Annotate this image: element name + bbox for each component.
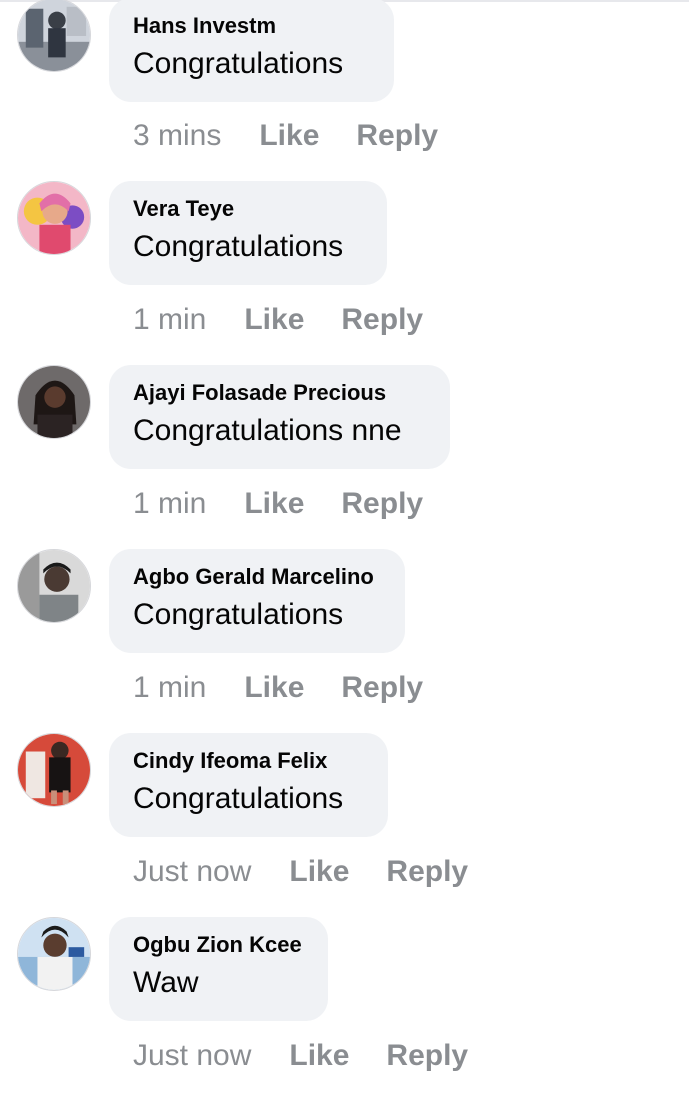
like-button[interactable]: Like — [244, 303, 304, 337]
comment-bubble: Ogbu Zion Kcee Waw — [109, 917, 328, 1021]
comment-bubble: Agbo Gerald Marcelino Congratulations — [109, 549, 405, 653]
comment-text: Congratulations — [133, 230, 344, 263]
comment-item: Vera Teye Congratulations 1 min Like Rep… — [0, 181, 689, 368]
comment-item: Ajayi Folasade Precious Congratulations … — [0, 365, 689, 552]
like-button[interactable]: Like — [289, 855, 349, 889]
comment-actions: Just now Like Reply — [133, 1036, 468, 1076]
comment-author[interactable]: Vera Teye — [133, 195, 363, 223]
avatar[interactable] — [17, 365, 91, 439]
comment-item: Agbo Gerald Marcelino Congratulations 1 … — [0, 549, 689, 736]
comment-author[interactable]: Hans Investm — [133, 12, 370, 40]
comment-actions: 1 min Like Reply — [133, 668, 423, 708]
reply-button[interactable]: Reply — [341, 671, 423, 705]
reply-button[interactable]: Reply — [356, 119, 438, 153]
comment-item: Cindy Ifeoma Felix Congratulations Just … — [0, 733, 689, 920]
comment-timestamp[interactable]: 3 mins — [133, 119, 221, 153]
comment-timestamp[interactable]: Just now — [133, 1039, 251, 1073]
reply-button[interactable]: Reply — [341, 303, 423, 337]
reply-button[interactable]: Reply — [341, 487, 423, 521]
like-button[interactable]: Like — [244, 671, 304, 705]
comment-item: Ogbu Zion Kcee Waw Just now Like Reply — [0, 917, 689, 1104]
comment-timestamp[interactable]: 1 min — [133, 671, 206, 705]
comment-author[interactable]: Ogbu Zion Kcee — [133, 931, 304, 959]
comment-text: Congratulations nne — [133, 414, 402, 447]
comment-bubble: Hans Investm Congratulations — [109, 0, 394, 102]
avatar[interactable] — [17, 549, 91, 623]
comment-text: Congratulations — [133, 47, 344, 80]
reply-button[interactable]: Reply — [386, 1039, 468, 1073]
comment-bubble: Ajayi Folasade Precious Congratulations … — [109, 365, 450, 469]
like-button[interactable]: Like — [289, 1039, 349, 1073]
comment-bubble: Cindy Ifeoma Felix Congratulations — [109, 733, 388, 837]
reply-button[interactable]: Reply — [386, 855, 468, 889]
comment-text: Congratulations — [133, 598, 344, 631]
comment-bubble: Vera Teye Congratulations — [109, 181, 387, 285]
comment-timestamp[interactable]: Just now — [133, 855, 251, 889]
comment-timestamp[interactable]: 1 min — [133, 303, 206, 337]
comment-author[interactable]: Ajayi Folasade Precious — [133, 379, 426, 407]
comment-timestamp[interactable]: 1 min — [133, 487, 206, 521]
like-button[interactable]: Like — [259, 119, 319, 153]
like-button[interactable]: Like — [244, 487, 304, 521]
avatar[interactable] — [17, 0, 91, 72]
comment-author[interactable]: Agbo Gerald Marcelino — [133, 563, 381, 591]
comment-actions: Just now Like Reply — [133, 852, 468, 892]
comment-item: Hans Investm Congratulations 3 mins Like… — [0, 0, 689, 184]
avatar[interactable] — [17, 917, 91, 991]
avatar[interactable] — [17, 181, 91, 255]
comment-text: Congratulations — [133, 782, 344, 815]
avatar[interactable] — [17, 733, 91, 807]
comment-text: Waw — [133, 966, 199, 999]
comment-actions: 3 mins Like Reply — [133, 116, 438, 156]
comment-actions: 1 min Like Reply — [133, 484, 423, 524]
comment-actions: 1 min Like Reply — [133, 300, 423, 340]
comment-author[interactable]: Cindy Ifeoma Felix — [133, 747, 364, 775]
